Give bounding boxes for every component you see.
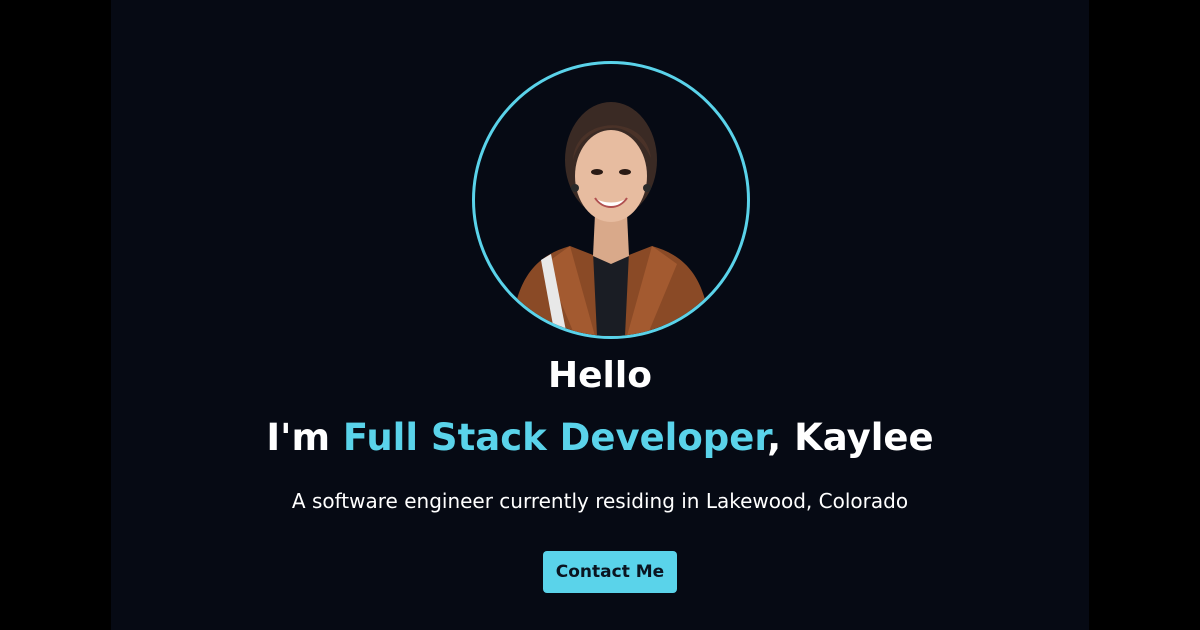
contact-button[interactable]: Contact Me — [543, 551, 677, 593]
headline-suffix: , Kaylee — [767, 416, 934, 459]
headline-role: Full Stack Developer — [342, 416, 768, 459]
hero-subtitle: A software engineer currently residing i… — [291, 489, 909, 513]
page-title: I'm Full Stack Developer, Kaylee — [0, 412, 1200, 464]
headline-prefix: I'm — [266, 416, 343, 459]
avatar — [472, 61, 750, 339]
greeting-heading: Hello — [548, 355, 652, 396]
profile-photo-icon — [511, 102, 711, 336]
